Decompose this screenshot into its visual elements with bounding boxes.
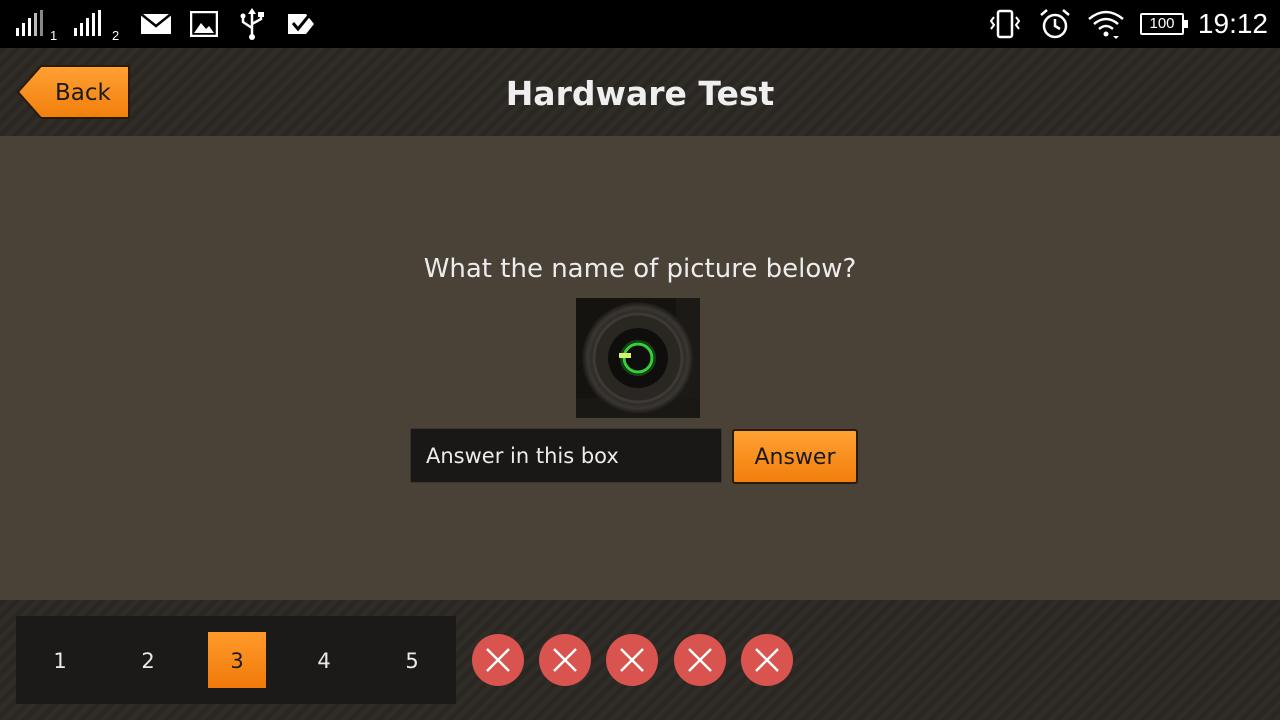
main-content: What the name of picture below? Answer bbox=[0, 136, 1280, 600]
gallery-icon bbox=[190, 0, 218, 48]
footer: 1 2 3 4 5 bbox=[0, 600, 1280, 720]
wrong-mark-3 bbox=[606, 634, 658, 686]
close-icon bbox=[620, 648, 644, 672]
wrong-mark-2 bbox=[539, 634, 591, 686]
battery-icon: 100 bbox=[1140, 0, 1188, 48]
close-icon bbox=[553, 648, 577, 672]
checklist-icon bbox=[286, 0, 316, 48]
page-4-button[interactable]: 4 bbox=[295, 632, 353, 688]
wrong-mark-4 bbox=[674, 634, 726, 686]
close-icon bbox=[755, 648, 779, 672]
page-1-button[interactable]: 1 bbox=[31, 632, 89, 688]
question-picture bbox=[576, 298, 700, 418]
page-5-button[interactable]: 5 bbox=[383, 632, 441, 688]
header: Back Hardware Test bbox=[0, 48, 1280, 136]
page-title: Hardware Test bbox=[505, 74, 775, 113]
wrong-mark-5 bbox=[741, 634, 793, 686]
signal-sim1-icon: 1 bbox=[16, 0, 57, 48]
signal-sim2-icon: 2 bbox=[74, 0, 119, 48]
question-text: What the name of picture below? bbox=[423, 254, 857, 284]
usb-icon bbox=[238, 0, 266, 48]
wrong-mark-1 bbox=[472, 634, 524, 686]
question-pager: 1 2 3 4 5 bbox=[16, 616, 456, 704]
answer-input[interactable] bbox=[410, 428, 722, 483]
page-3-button[interactable]: 3 bbox=[208, 632, 266, 688]
page-2-button[interactable]: 2 bbox=[119, 632, 177, 688]
close-icon bbox=[486, 648, 510, 672]
wifi-icon bbox=[1086, 0, 1126, 48]
answer-button[interactable]: Answer bbox=[732, 429, 858, 484]
close-icon bbox=[688, 648, 712, 672]
sim2-label: 2 bbox=[112, 27, 120, 43]
sim1-label: 1 bbox=[50, 27, 58, 43]
battery-level: 100 bbox=[1149, 15, 1175, 32]
mail-icon bbox=[140, 0, 172, 48]
vibrate-icon bbox=[988, 0, 1022, 48]
power-button-icon bbox=[576, 298, 700, 418]
clock: 19:12 bbox=[1197, 8, 1268, 39]
status-bar: 1 2 100 19:12 bbox=[0, 0, 1280, 48]
alarm-icon bbox=[1038, 0, 1072, 48]
